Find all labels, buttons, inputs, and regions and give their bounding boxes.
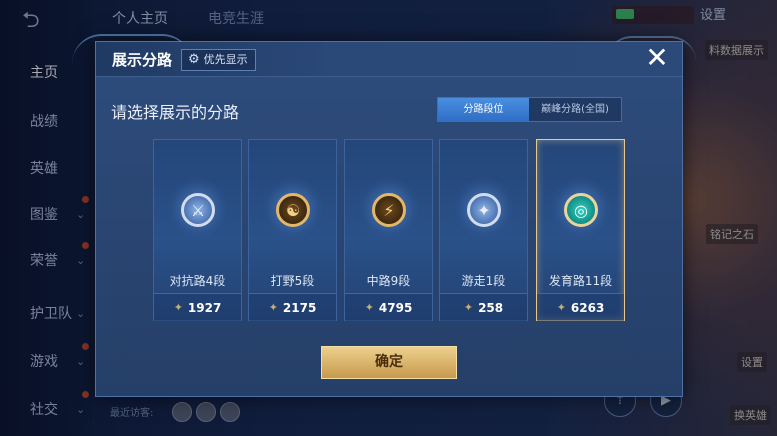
rank-badge-icon: ◎ — [564, 193, 598, 227]
lane-points-value: 4795 — [378, 300, 413, 315]
lane-rank-name: 对抗路4段 — [169, 274, 226, 288]
lane-card[interactable]: ☯ 打野5段 ✦ 2175 — [248, 139, 337, 321]
priority-display-button[interactable]: ⚙ 优先显示 — [181, 49, 256, 71]
lane-rank-name: 中路9段 — [366, 274, 411, 288]
display-lane-dialog: 展示分路 ⚙ 优先显示 ✕ 请选择展示的分路 分路段位 巅峰分路(全国) ⚔ 对抗… — [72, 34, 696, 397]
lane-card[interactable]: ⚡ 中路9段 ✦ 4795 — [344, 139, 433, 321]
tab-lane-rank[interactable]: 分路段位 — [438, 98, 529, 121]
lane-points-row: ✦ 2175 — [249, 293, 336, 321]
lane-rank-name: 打野5段 — [270, 274, 315, 288]
dialog-header: 展示分路 ⚙ 优先显示 ✕ — [96, 42, 682, 77]
lane-rank-name: 发育路11段 — [548, 274, 613, 288]
points-icon: ✦ — [463, 301, 474, 314]
rank-badge-icon: ✦ — [467, 193, 501, 227]
lane-points-value: 2175 — [282, 300, 317, 315]
confirm-button[interactable]: 确定 — [321, 346, 457, 379]
points-icon: ✦ — [173, 301, 183, 314]
tab-peak-lane[interactable]: 巅峰分路(全国) — [529, 98, 621, 121]
lane-points-row: ✦ 4795 — [345, 293, 432, 321]
dialog-prompt: 请选择展示的分路 — [111, 103, 240, 122]
rank-badge-icon: ⚡ — [372, 193, 406, 227]
lane-points-row: ✦ 1927 — [154, 293, 241, 321]
lane-card[interactable]: ⚔ 对抗路4段 ✦ 1927 — [153, 139, 242, 321]
lane-points-value: 258 — [478, 300, 504, 315]
rank-badge-icon: ⚔ — [181, 193, 215, 227]
lane-rank-name: 游走1段 — [461, 274, 506, 288]
rank-badge-icon: ☯ — [276, 193, 310, 227]
lane-card[interactable]: ✦ 游走1段 ✦ 258 — [439, 139, 528, 321]
lane-points-row: ✦ 258 — [440, 293, 527, 321]
lane-points-value: 1927 — [187, 300, 222, 315]
lane-points-value: 6263 — [570, 300, 605, 315]
close-icon[interactable]: ✕ — [640, 42, 674, 76]
points-icon: ✦ — [556, 301, 566, 314]
gear-icon: ⚙ — [188, 52, 200, 67]
lane-mode-toggle: 分路段位 巅峰分路(全国) — [437, 97, 622, 122]
points-icon: ✦ — [268, 301, 278, 314]
lane-points-row: ✦ 6263 — [537, 293, 624, 321]
dialog-title: 展示分路 — [112, 51, 173, 69]
lane-card[interactable]: ◎ 发育路11段 ✦ 6263 — [536, 139, 625, 321]
priority-display-label: 优先显示 — [203, 53, 248, 66]
points-icon: ✦ — [364, 301, 374, 314]
